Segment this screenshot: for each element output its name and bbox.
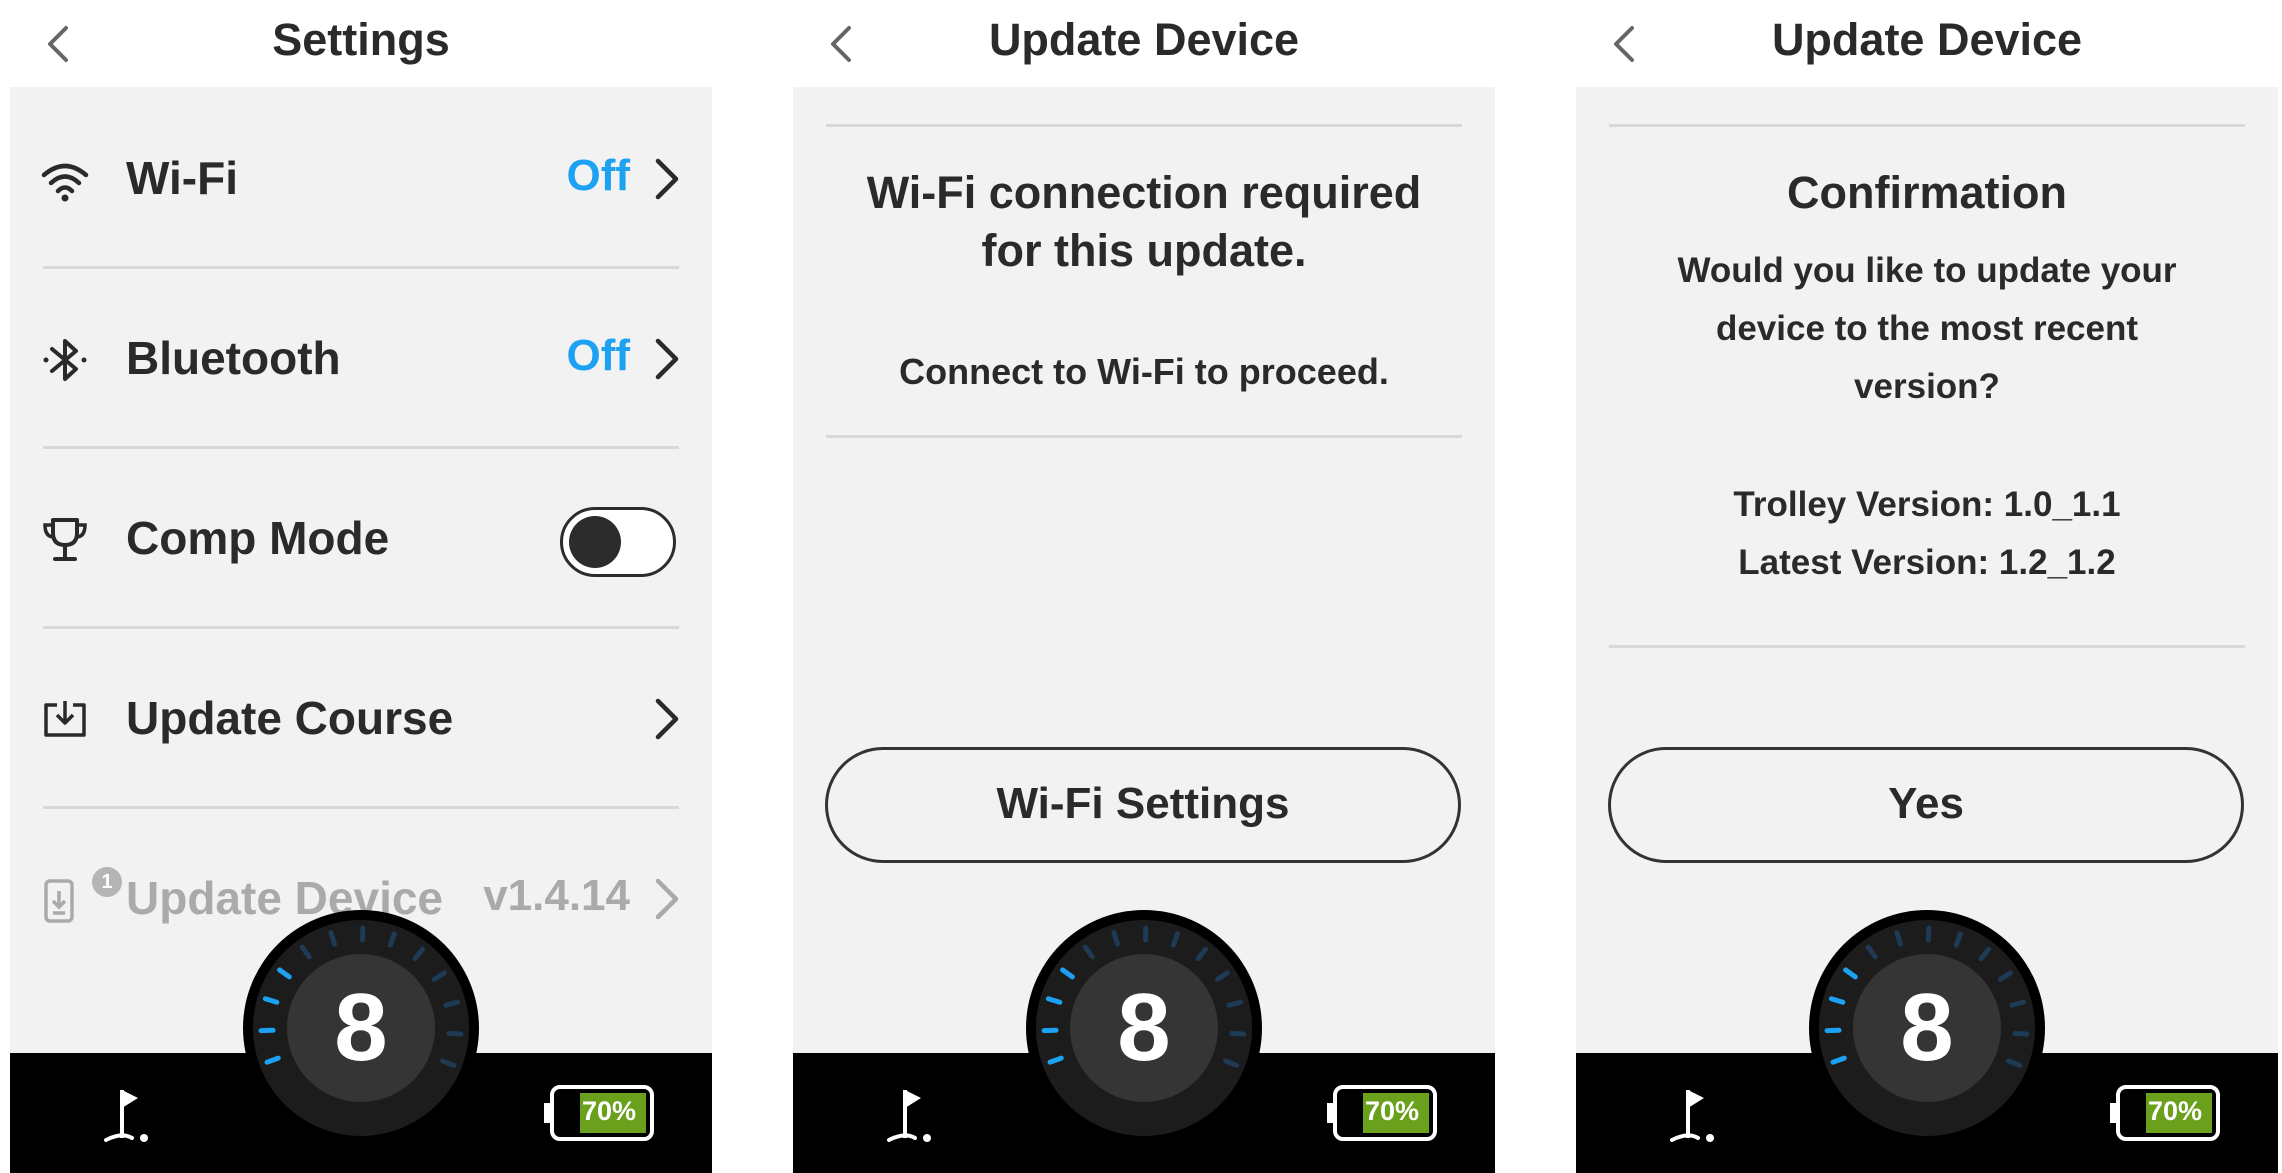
dial-tick [443,999,461,1008]
comp-mode-toggle[interactable] [560,507,676,577]
device-update-wrapper: 1 [40,867,122,925]
chevron-right-icon [655,158,679,200]
device-update-icon [44,879,74,923]
dial-tick [262,996,280,1005]
header: Update Device [1576,0,2278,87]
header: Update Device [793,0,1495,87]
download-box-icon [44,701,86,737]
confirmation-question-line2: device to the most recent [1715,309,2139,348]
trolley-version: Trolley Version: 1.0_1.1 [1733,485,2121,524]
confirmation-question-line3: version? [1854,367,2000,406]
divider [1609,124,2245,127]
page-title: Settings [272,14,450,65]
dial-tick [328,930,338,947]
chevron-right-icon [655,338,679,380]
header: Settings [10,0,712,87]
dial-tick [1226,999,1244,1008]
page-title: Update Device [1771,14,2083,65]
bluetooth-icon [43,339,87,381]
golf-flag-icon[interactable] [98,1086,154,1146]
golf-flag-icon[interactable] [881,1086,937,1146]
dial-tick [446,1030,464,1037]
wifi-settings-button[interactable]: Wi-Fi Settings [825,747,1461,863]
dial-tick [1229,1030,1247,1037]
hole-dial[interactable]: 8 [1807,908,2047,1148]
page-title: Update Device [988,14,1300,65]
hole-dial[interactable]: 8 [241,908,481,1148]
battery-level: 70% [1364,1096,1420,1126]
update-device-wifi-screen: Update Device Wi-Fi connection required … [793,0,1495,1173]
settings-row-wifi[interactable]: Wi-Fi Off [10,87,712,267]
hole-number: 8 [334,974,387,1081]
battery-level: 70% [581,1096,637,1126]
latest-version: Latest Version: 1.2_1.2 [1738,543,2116,582]
chevron-right-icon [655,878,679,920]
hole-dial[interactable]: 8 [1024,908,1264,1148]
dial-tick [1894,930,1904,947]
trophy-icon [43,518,87,561]
update-device-confirm-screen: Update Device Confirmation Would you lik… [1576,0,2278,1173]
wifi-status: Off [566,151,630,200]
settings-row-comp-mode: Comp Mode [10,447,712,627]
hole-number: 8 [1117,974,1170,1081]
toggle-knob [569,516,621,568]
settings-screen: Settings Wi-Fi Off Bluetooth Off Comp Mo… [10,0,712,1173]
wifi-required-heading-line2: for this update. [981,225,1307,276]
notification-badge: 1 [92,867,122,897]
divider [1609,645,2245,648]
divider [826,124,1462,127]
dial-tick [1111,930,1121,947]
wifi-required-subtext: Connect to Wi-Fi to proceed. [899,351,1389,392]
device-version: v1.4.14 [483,871,630,920]
confirmation-question-line1: Would you like to update your [1677,251,2177,290]
settings-row-label: Update Course [126,692,454,744]
dial-tick [1828,996,1846,1005]
hole-number: 8 [1900,974,1953,1081]
settings-row-label: Bluetooth [126,332,341,384]
divider [826,435,1462,438]
wifi-icon [41,163,89,202]
confirmation-heading: Confirmation [1787,167,2067,218]
dial-tick [2009,999,2027,1008]
yes-button[interactable]: Yes [1608,747,2244,863]
settings-row-label: Comp Mode [126,512,390,564]
dial-tick [1045,996,1063,1005]
settings-row-bluetooth[interactable]: Bluetooth Off [10,267,712,447]
wifi-required-heading-line1: Wi-Fi connection required [866,167,1422,218]
settings-row-update-course[interactable]: Update Course [10,627,712,807]
settings-row-label: Wi-Fi [126,152,238,204]
chevron-right-icon [655,698,679,740]
dial-tick [2012,1030,2030,1037]
golf-flag-icon[interactable] [1664,1086,1720,1146]
battery-level: 70% [2147,1096,2203,1126]
bluetooth-status: Off [566,331,630,380]
